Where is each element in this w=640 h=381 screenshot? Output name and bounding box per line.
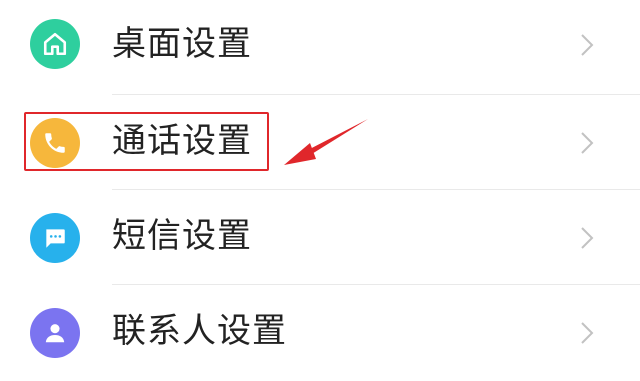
- message-icon: [30, 213, 80, 263]
- chevron-right-icon: [581, 132, 594, 154]
- settings-item-desktop[interactable]: 桌面设置: [0, 0, 640, 95]
- settings-item-label: 桌面设置: [112, 24, 252, 64]
- settings-item-label: 短信设置: [112, 216, 252, 256]
- chevron-right-icon: [581, 34, 594, 56]
- home-icon: [30, 19, 80, 69]
- contact-icon: [30, 308, 80, 358]
- settings-item-sms[interactable]: 短信设置: [0, 190, 640, 285]
- settings-screen: 桌面设置 通话设置 短信设置 联系人设置: [0, 0, 640, 381]
- chevron-right-icon: [581, 322, 594, 344]
- chevron-right-icon: [581, 227, 594, 249]
- annotation-arrow-icon: [284, 119, 368, 165]
- settings-item-contacts[interactable]: 联系人设置: [0, 285, 640, 380]
- highlight-box: [24, 112, 269, 171]
- settings-item-label: 联系人设置: [112, 311, 287, 351]
